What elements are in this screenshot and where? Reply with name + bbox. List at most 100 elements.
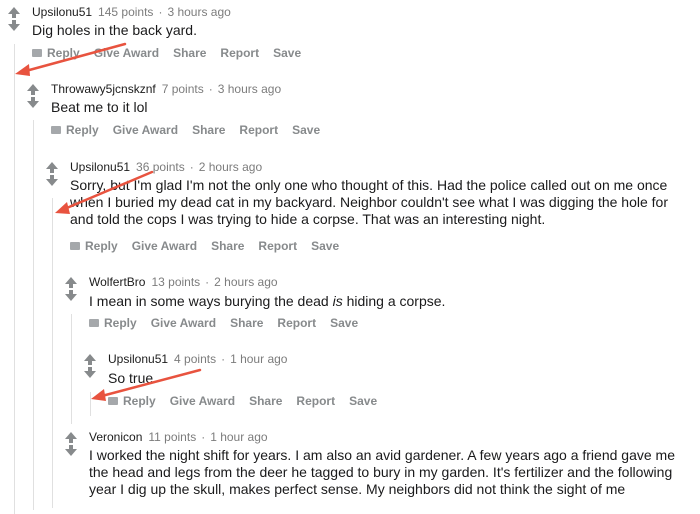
comment-meta: Veronicon 11 points · 1 hour ago (89, 430, 268, 444)
username-link[interactable]: WolfertBro (89, 275, 145, 289)
separator-dot: · (205, 275, 210, 289)
share-button[interactable]: Share (249, 394, 282, 408)
upvote-arrow-icon[interactable] (46, 162, 58, 173)
timestamp[interactable]: 2 hours ago (199, 160, 262, 174)
comment-body: Dig holes in the back yard. (32, 22, 197, 38)
username-link[interactable]: Upsilonu51 (108, 352, 168, 366)
separator-dot: · (189, 160, 194, 174)
vote-column (63, 277, 79, 301)
timestamp[interactable]: 2 hours ago (214, 275, 277, 289)
report-button[interactable]: Report (296, 394, 335, 408)
reply-bubble-icon (51, 126, 61, 134)
reply-button[interactable]: Reply (32, 46, 80, 60)
timestamp[interactable]: 1 hour ago (210, 430, 267, 444)
thread-line[interactable] (52, 198, 53, 508)
report-button[interactable]: Report (277, 316, 316, 330)
give-award-button[interactable]: Give Award (151, 316, 216, 330)
comment-body: I worked the night shift for years. I am… (89, 447, 675, 498)
save-button[interactable]: Save (292, 123, 320, 137)
comment-body-line: and told the cops I was trying to hide a… (70, 211, 546, 227)
upvote-arrow-icon[interactable] (65, 432, 77, 443)
username-link[interactable]: Upsilonu51 (32, 5, 92, 19)
save-button[interactable]: Save (273, 46, 301, 60)
downvote-arrow-icon[interactable] (46, 175, 58, 186)
share-button[interactable]: Share (211, 239, 244, 253)
share-button[interactable]: Share (192, 123, 225, 137)
vote-column (6, 7, 22, 31)
comment-body-line: I worked the night shift for years. I am… (89, 447, 675, 463)
reply-bubble-icon (89, 319, 99, 327)
username-link[interactable]: Upsilonu51 (70, 160, 130, 174)
give-award-button[interactable]: Give Award (170, 394, 235, 408)
comment-actions: Reply Give Award Share Report Save (108, 394, 391, 408)
thread-line[interactable] (33, 120, 34, 510)
downvote-arrow-icon[interactable] (65, 290, 77, 301)
save-button[interactable]: Save (330, 316, 358, 330)
thread-line[interactable] (90, 392, 91, 416)
comment-actions: Reply Give Award Share Report Save (89, 316, 372, 330)
upvote-arrow-icon[interactable] (84, 354, 96, 365)
comment-body: Sorry, but I'm glad I'm not the only one… (70, 177, 668, 228)
separator-dot: · (158, 5, 163, 19)
reply-button[interactable]: Reply (51, 123, 99, 137)
comment-meta: Upsilonu51 4 points · 1 hour ago (108, 352, 287, 366)
share-button[interactable]: Share (173, 46, 206, 60)
comment-body-text: I mean in some ways burying the dead (89, 293, 333, 309)
save-button[interactable]: Save (311, 239, 339, 253)
comment-body-line: year I dig up the skull, makes perfect s… (89, 481, 626, 497)
upvote-arrow-icon[interactable] (65, 277, 77, 288)
thread-line[interactable] (14, 44, 15, 514)
comment-meta: Upsilonu51 145 points · 3 hours ago (32, 5, 231, 19)
timestamp[interactable]: 1 hour ago (230, 352, 287, 366)
save-button[interactable]: Save (349, 394, 377, 408)
annotation-arrowhead (91, 389, 106, 401)
comment-meta: Upsilonu51 36 points · 2 hours ago (70, 160, 262, 174)
downvote-arrow-icon[interactable] (8, 20, 20, 31)
comment-body: So true (108, 370, 154, 386)
share-button[interactable]: Share (230, 316, 263, 330)
points: 13 points (151, 275, 201, 289)
username-link[interactable]: Veronicon (89, 430, 142, 444)
comment-body-line: Sorry, but I'm glad I'm not the only one… (70, 177, 668, 193)
comment-actions: Reply Give Award Share Report Save (70, 239, 353, 253)
give-award-button[interactable]: Give Award (94, 46, 159, 60)
separator-dot: · (221, 352, 226, 366)
downvote-arrow-icon[interactable] (27, 97, 39, 108)
report-button[interactable]: Report (258, 239, 297, 253)
reply-button[interactable]: Reply (89, 316, 137, 330)
points: 145 points (98, 5, 154, 19)
thread-line[interactable] (71, 314, 72, 424)
comment-body-line: the head and legs from the deer he tagge… (89, 464, 673, 480)
points: 11 points (148, 430, 197, 444)
upvote-arrow-icon[interactable] (8, 7, 20, 18)
vote-column (44, 162, 60, 186)
comment-body-text: hiding a corpse. (342, 293, 446, 309)
vote-column (63, 432, 79, 456)
annotation-arrowhead (15, 64, 30, 76)
downvote-arrow-icon[interactable] (84, 367, 96, 378)
vote-column (25, 84, 41, 108)
give-award-button[interactable]: Give Award (113, 123, 178, 137)
report-button[interactable]: Report (239, 123, 278, 137)
annotation-arrowhead (55, 202, 70, 214)
reply-bubble-icon (108, 397, 118, 405)
points: 4 points (174, 352, 217, 366)
separator-dot: · (201, 430, 206, 444)
give-award-button[interactable]: Give Award (132, 239, 197, 253)
separator-dot: · (208, 82, 213, 96)
reply-bubble-icon (32, 49, 42, 57)
username-link[interactable]: Throwawy5jcnskznf (51, 82, 156, 96)
comment-body: Beat me to it lol (51, 99, 148, 115)
timestamp[interactable]: 3 hours ago (167, 5, 230, 19)
comment-actions: Reply Give Award Share Report Save (51, 123, 334, 137)
report-button[interactable]: Report (220, 46, 259, 60)
comment-body-line: when I buried my dead cat in my backyard… (70, 194, 669, 210)
comment-body: I mean in some ways burying the dead is … (89, 293, 445, 310)
comment-actions: Reply Give Award Share Report Save (32, 46, 315, 60)
timestamp[interactable]: 3 hours ago (218, 82, 281, 96)
downvote-arrow-icon[interactable] (65, 445, 77, 456)
comment-meta: WolfertBro 13 points · 2 hours ago (89, 275, 278, 289)
upvote-arrow-icon[interactable] (27, 84, 39, 95)
reply-button[interactable]: Reply (108, 394, 156, 408)
reply-button[interactable]: Reply (70, 239, 118, 253)
